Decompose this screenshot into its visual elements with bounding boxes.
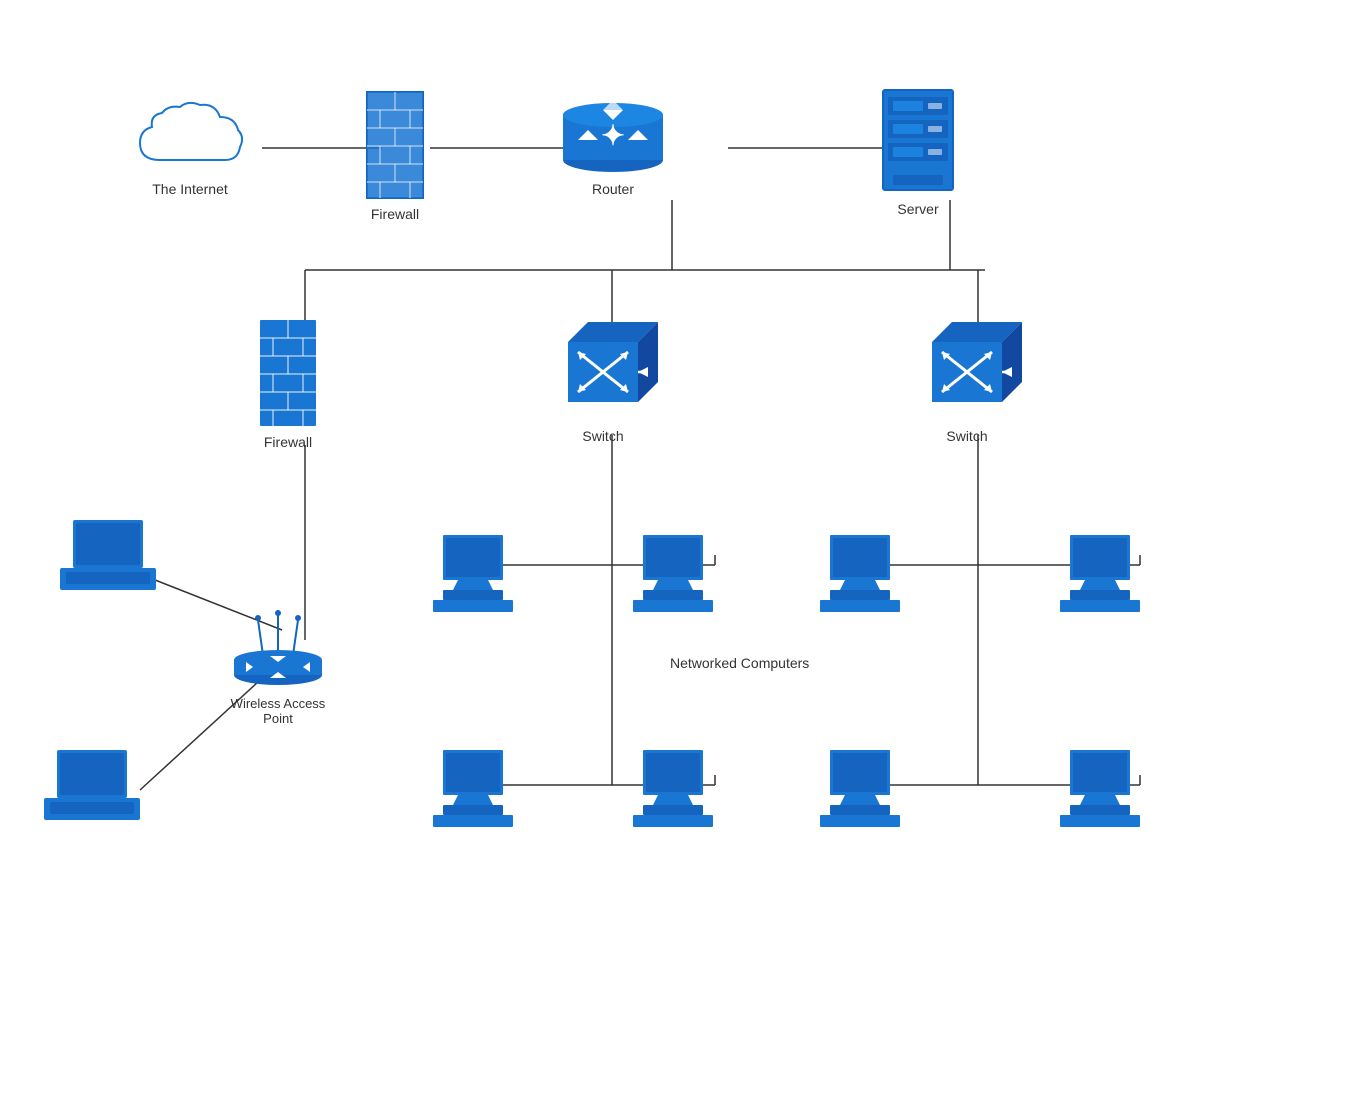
svg-text:✦: ✦ <box>601 120 624 151</box>
comp-sw2-2-node <box>1055 535 1145 615</box>
wap-label: Wireless Access Point <box>231 696 326 726</box>
router-label: Router <box>592 181 634 197</box>
comp-sw2-1-node <box>815 535 905 615</box>
networked-computers-label: Networked Computers <box>670 655 809 671</box>
firewall-top-icon <box>365 90 425 200</box>
server-node: Server <box>878 85 958 217</box>
switch-right-node: Switch <box>912 312 1022 444</box>
computer-sw2-1-icon <box>815 535 905 615</box>
firewall-top-node: Firewall <box>365 90 425 222</box>
firewall-mid-node: Firewall <box>258 318 318 450</box>
server-icon <box>878 85 958 195</box>
internet-node: The Internet <box>130 95 250 197</box>
computer-sw1-3-icon <box>428 750 518 830</box>
server-label: Server <box>897 201 938 217</box>
comp-sw1-3-node <box>428 750 518 830</box>
firewall-top-label: Firewall <box>371 206 419 222</box>
wap-icon <box>228 600 328 690</box>
comp-sw2-3-node <box>815 750 905 830</box>
firewall-mid-label: Firewall <box>264 434 312 450</box>
computer-sw1-4-icon <box>628 750 718 830</box>
firewall-mid-icon <box>258 318 318 428</box>
computer-sw2-4-icon <box>1055 750 1145 830</box>
laptop-bot-icon <box>42 748 142 823</box>
computer-sw1-1-icon <box>428 535 518 615</box>
comp-sw1-2-node <box>628 535 718 615</box>
network-diagram: The Internet <box>0 0 1360 1120</box>
internet-label: The Internet <box>152 181 228 197</box>
comp-sw1-4-node <box>628 750 718 830</box>
switch-right-label: Switch <box>946 428 987 444</box>
router-icon: ✦ <box>558 95 668 175</box>
wap-node: Wireless Access Point <box>228 600 328 726</box>
switch-right-icon <box>912 312 1022 422</box>
computer-sw2-3-icon <box>815 750 905 830</box>
computer-sw2-2-icon <box>1055 535 1145 615</box>
comp-sw1-1-node <box>428 535 518 615</box>
laptop-top-icon <box>58 518 158 593</box>
laptop-top-node <box>58 518 158 593</box>
computer-sw1-2-icon <box>628 535 718 615</box>
switch-left-node: Switch <box>548 312 658 444</box>
router-node: ✦ Router <box>558 95 668 197</box>
comp-sw2-4-node <box>1055 750 1145 830</box>
cloud-icon <box>130 95 250 175</box>
switch-left-icon <box>548 312 658 422</box>
laptop-bot-node <box>42 748 142 823</box>
switch-left-label: Switch <box>582 428 623 444</box>
